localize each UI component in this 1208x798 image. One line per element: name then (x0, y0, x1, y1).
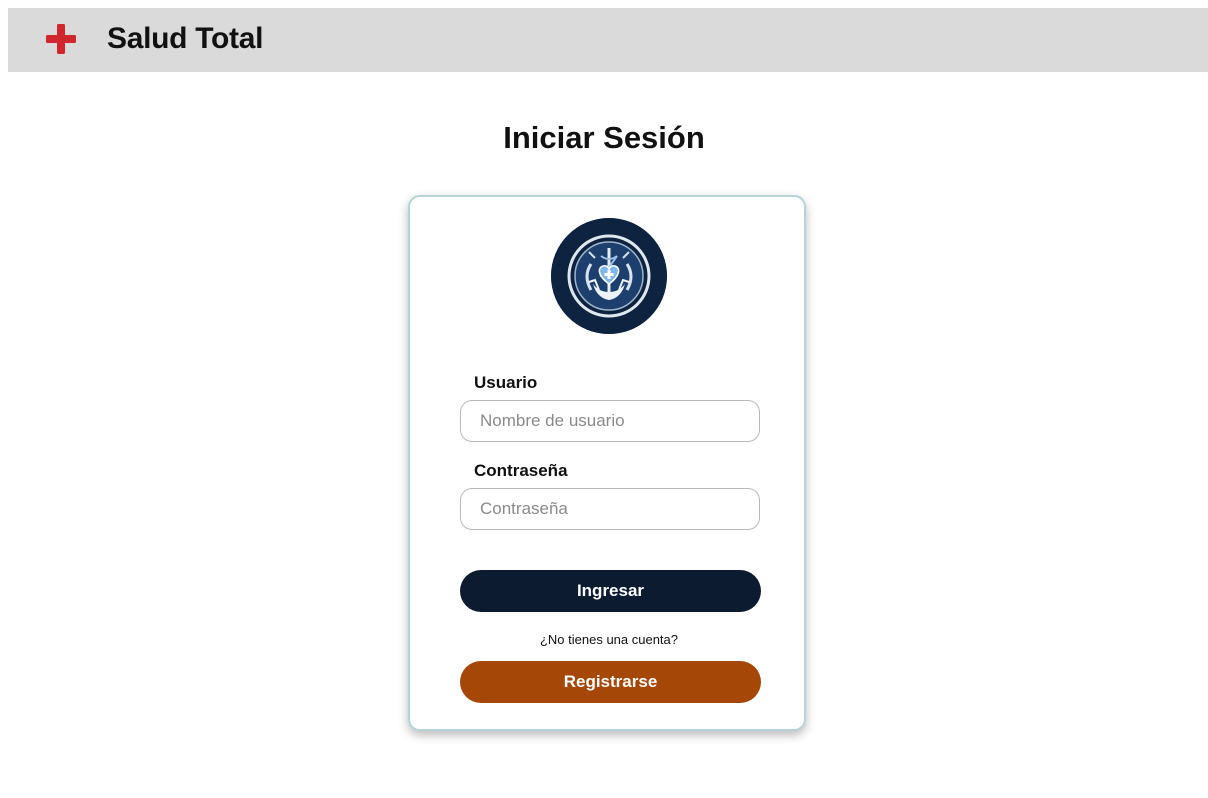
signup-button[interactable]: Registrarse (460, 661, 761, 703)
login-button[interactable]: Ingresar (460, 570, 761, 612)
username-input[interactable] (460, 400, 760, 442)
top-bar: Salud Total (8, 8, 1208, 72)
username-label: Usuario (474, 373, 538, 392)
clinic-logo-icon (551, 218, 667, 334)
password-input[interactable] (460, 488, 760, 530)
password-label: Contraseña (474, 461, 568, 480)
login-card: Usuario Contraseña Ingresar ¿No tienes u… (408, 195, 806, 731)
red-cross-icon (46, 24, 76, 54)
page-title: Iniciar Sesión (503, 120, 705, 155)
signup-prompt: ¿No tienes una cuenta? (539, 632, 679, 647)
brand-title: Salud Total (107, 22, 264, 55)
